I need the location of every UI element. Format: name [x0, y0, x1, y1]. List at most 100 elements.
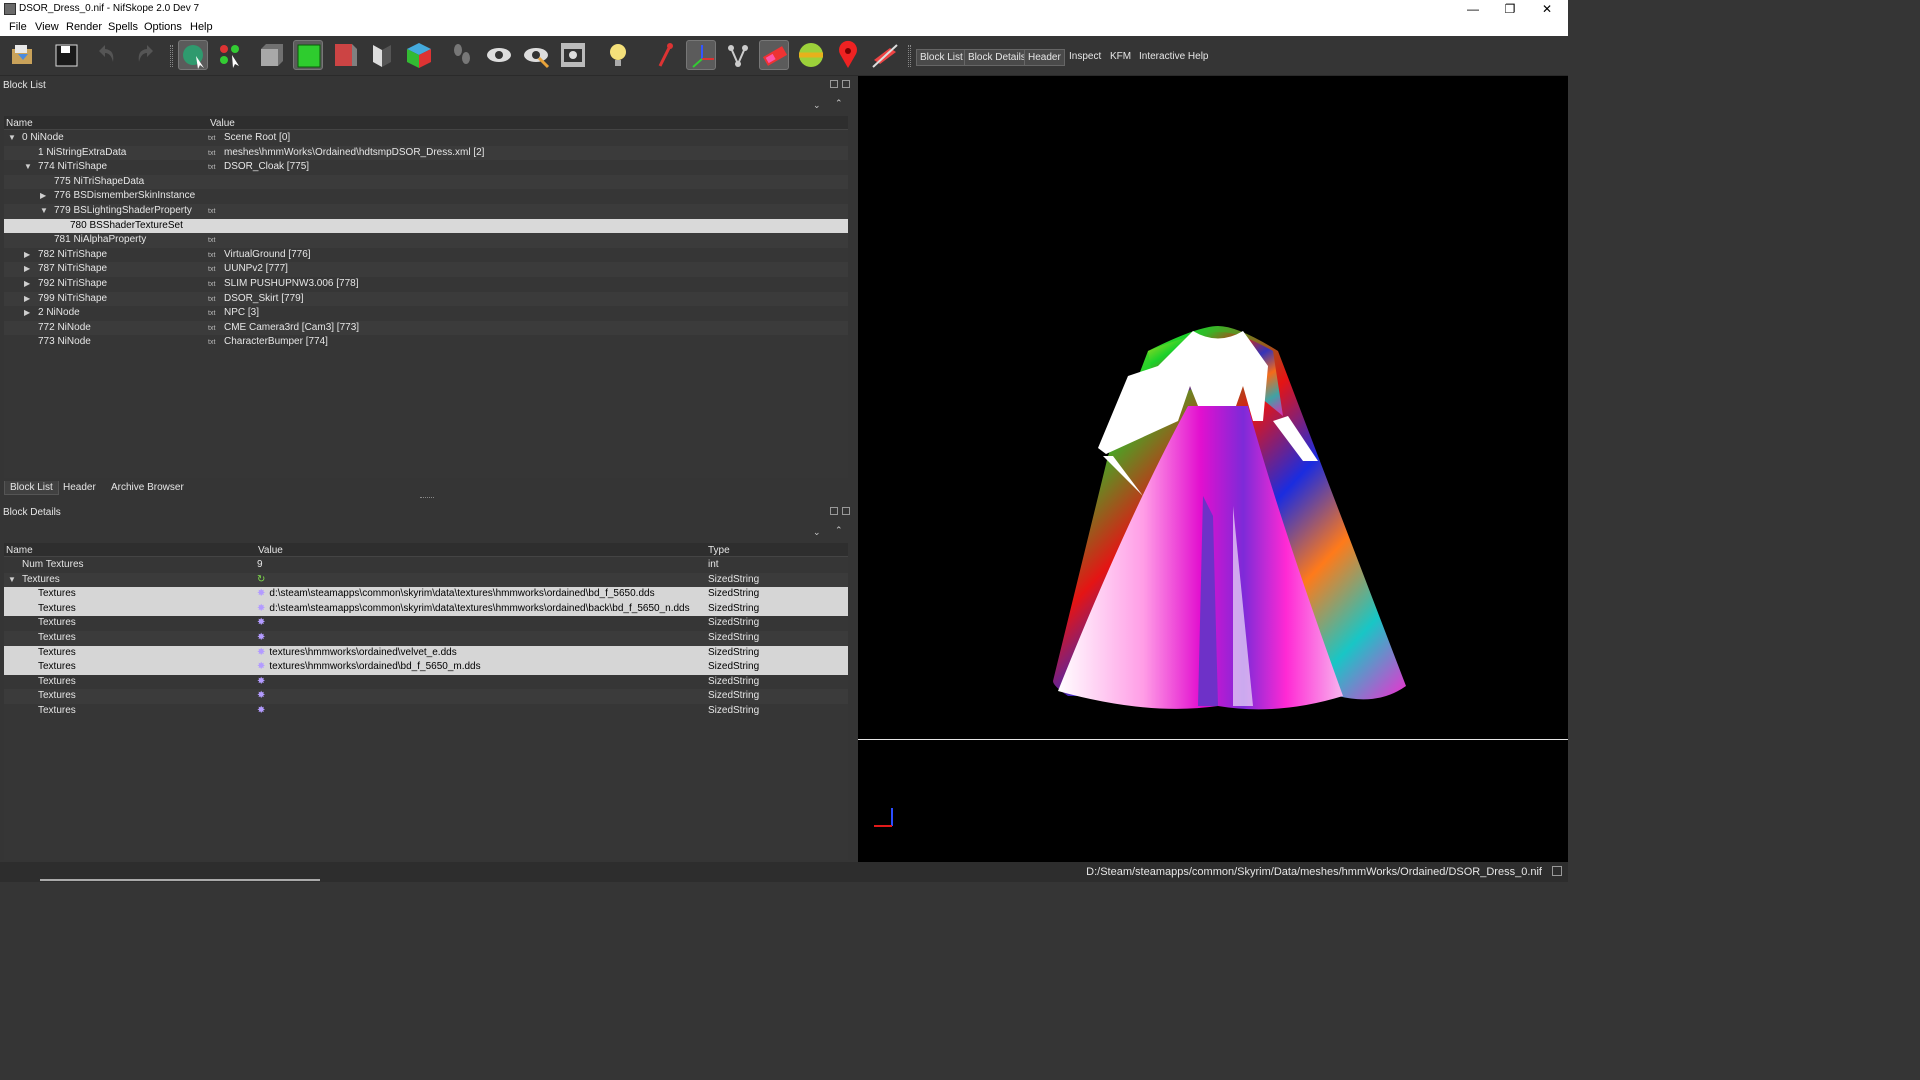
- refresh-icon[interactable]: ↻: [257, 574, 265, 585]
- detail-value[interactable]: ✸: [257, 631, 269, 646]
- detail-row[interactable]: Textures ✸ textures\hmmworks\ordained\velv…: [4, 645, 848, 661]
- block-list-row[interactable]: 781 NiAlphaProperty txt: [4, 233, 848, 248]
- tab-header[interactable]: Header: [58, 481, 101, 495]
- screenshot-icon[interactable]: [558, 40, 588, 70]
- expand-arrow-icon[interactable]: ▶: [40, 189, 46, 204]
- block-details-tree[interactable]: Name Value Type Num Textures 9 int ▼ Texture…: [4, 543, 848, 860]
- expand-arrow-icon[interactable]: ▶: [24, 248, 30, 263]
- tab-archive-browser[interactable]: Archive Browser: [106, 481, 189, 495]
- expand-arrow-icon[interactable]: ▶: [24, 292, 30, 307]
- detail-value[interactable]: ✸: [257, 704, 269, 719]
- menu-file[interactable]: File: [9, 21, 27, 33]
- walk-icon[interactable]: [447, 40, 477, 70]
- load-icon[interactable]: [8, 40, 38, 70]
- marker-icon[interactable]: [833, 40, 863, 70]
- detail-row[interactable]: Num Textures 9 int: [4, 558, 848, 573]
- detail-row[interactable]: Textures ✸ textures\hmmworks\ordained\bd_f…: [4, 660, 848, 675]
- menu-options[interactable]: Options: [144, 21, 182, 33]
- block-list-row[interactable]: ▶ 2 NiNode txt NPC [3]: [4, 306, 848, 321]
- detail-value[interactable]: ✸: [257, 616, 269, 631]
- detail-value[interactable]: ✸: [257, 689, 269, 704]
- menu-render[interactable]: Render: [66, 21, 102, 33]
- collapse-arrow-icon[interactable]: ▼: [40, 204, 48, 219]
- horizontal-scrollbar[interactable]: [40, 879, 320, 881]
- expand-all-icon[interactable]: ⌃: [835, 98, 843, 109]
- restore-icon[interactable]: ❐: [1492, 0, 1528, 18]
- redo-icon[interactable]: [129, 40, 159, 70]
- show-nodes-icon[interactable]: [521, 40, 551, 70]
- toolbar-kfm-button[interactable]: KFM: [1107, 49, 1134, 64]
- collapse-arrow-icon[interactable]: ▼: [24, 160, 32, 175]
- collapse-all-icon-2[interactable]: ⌄: [813, 527, 821, 538]
- detail-row[interactable]: Textures ✸ SizedString: [4, 630, 848, 646]
- col-name[interactable]: Name: [6, 545, 33, 556]
- menu-view[interactable]: View: [35, 21, 59, 33]
- show-axes-icon[interactable]: [650, 40, 680, 70]
- view-perspective-icon[interactable]: [404, 40, 434, 70]
- collapse-arrow-icon[interactable]: ▼: [8, 131, 16, 146]
- col-value[interactable]: Value: [210, 118, 235, 129]
- toolbar-grip-2[interactable]: [908, 45, 911, 67]
- tab-block-list[interactable]: Block List: [4, 481, 59, 495]
- collapse-arrow-icon[interactable]: ▼: [8, 573, 16, 588]
- float-panel-icon-2[interactable]: [830, 507, 838, 515]
- block-list-row[interactable]: 772 NiNode txt CME Camera3rd [Cam3] [773]: [4, 320, 848, 336]
- save-icon[interactable]: [53, 40, 83, 70]
- block-list-row[interactable]: ▶ 799 NiTriShape txt DSOR_Skirt [779]: [4, 291, 848, 307]
- show-furniture-icon[interactable]: [759, 40, 789, 70]
- close-panel-icon[interactable]: [842, 80, 850, 88]
- block-list-row[interactable]: 780 BSShaderTextureSet: [4, 218, 848, 234]
- hide-icon[interactable]: [870, 40, 900, 70]
- collapse-all-icon[interactable]: ⌄: [813, 100, 821, 111]
- detail-row[interactable]: Textures ✸ SizedString: [4, 704, 848, 719]
- show-hidden-icon[interactable]: [484, 40, 514, 70]
- expand-arrow-icon[interactable]: ▶: [24, 262, 30, 277]
- detail-value[interactable]: ✸ d:\steam\steamapps\common\skyrim\data\t…: [257, 587, 655, 602]
- select-object-icon[interactable]: [178, 40, 208, 70]
- float-panel-icon[interactable]: [830, 80, 838, 88]
- show-constraints-icon[interactable]: [686, 40, 716, 70]
- detail-value[interactable]: ✸ textures\hmmworks\ordained\velvet_e.dds: [257, 646, 457, 661]
- size-grip-icon[interactable]: [1552, 866, 1562, 876]
- detail-value[interactable]: ✸ d:\steam\steamapps\common\skyrim\data\t…: [257, 602, 690, 617]
- block-list-tree[interactable]: Name Value ▼ 0 NiNode txt Scene Root [0] 1 N…: [4, 116, 848, 478]
- menu-help[interactable]: Help: [190, 21, 213, 33]
- block-list-row[interactable]: ▼ 0 NiNode txt Scene Root [0]: [4, 131, 848, 146]
- view-side-icon[interactable]: [293, 40, 323, 70]
- block-list-row[interactable]: 773 NiNode txt CharacterBumper [774]: [4, 335, 848, 350]
- detail-row[interactable]: ▼ Textures ↻ SizedString: [4, 572, 848, 588]
- undo-icon[interactable]: [93, 40, 123, 70]
- view-front-icon[interactable]: [256, 40, 286, 70]
- expand-arrow-icon[interactable]: ▶: [24, 306, 30, 321]
- block-list-row[interactable]: ▶ 787 NiTriShape txt UUNPv2 [777]: [4, 262, 848, 277]
- detail-value[interactable]: 9: [257, 558, 263, 573]
- toolbar-grip[interactable]: [170, 45, 173, 67]
- block-list-row[interactable]: ▶ 782 NiTriShape txt VirtualGround [776]: [4, 248, 848, 263]
- close-panel-icon-2[interactable]: [842, 507, 850, 515]
- detail-value[interactable]: ✸ textures\hmmworks\ordained\bd_f_5650_m.…: [257, 660, 481, 675]
- close-icon[interactable]: ✕: [1529, 0, 1565, 18]
- detail-row[interactable]: Textures ✸ SizedString: [4, 689, 848, 704]
- select-vertex-icon[interactable]: [215, 40, 245, 70]
- block-list-row[interactable]: 1 NiStringExtraData txt meshes\hmmWorks\Or…: [4, 145, 848, 161]
- menu-spells[interactable]: Spells: [108, 21, 138, 33]
- col-value[interactable]: Value: [258, 545, 283, 556]
- toolbar-header-button[interactable]: Header: [1024, 49, 1065, 66]
- expand-all-icon-2[interactable]: ⌃: [835, 525, 843, 536]
- toolbar-interactive-help-button[interactable]: Interactive Help: [1136, 49, 1211, 64]
- block-list-row[interactable]: 775 NiTriShapeData: [4, 174, 848, 190]
- view-flip-icon[interactable]: [367, 40, 397, 70]
- textures-icon[interactable]: [796, 40, 826, 70]
- toolbar-block-list-button[interactable]: Block List: [916, 49, 967, 66]
- col-name[interactable]: Name: [6, 118, 33, 129]
- detail-value[interactable]: ✸: [257, 675, 269, 690]
- render-viewport[interactable]: [858, 76, 1568, 862]
- view-back-icon[interactable]: [330, 40, 360, 70]
- minimize-icon[interactable]: —: [1455, 0, 1491, 18]
- toolbar-block-details-button[interactable]: Block Details: [964, 49, 1030, 66]
- lighting-icon[interactable]: [603, 40, 633, 70]
- toolbar-inspect-button[interactable]: Inspect: [1066, 49, 1104, 64]
- detail-row[interactable]: Textures ✸ SizedString: [4, 675, 848, 690]
- splitter-handle[interactable]: [420, 497, 434, 499]
- detail-row[interactable]: Textures ✸ d:\steam\steamapps\common\skyri…: [4, 601, 848, 617]
